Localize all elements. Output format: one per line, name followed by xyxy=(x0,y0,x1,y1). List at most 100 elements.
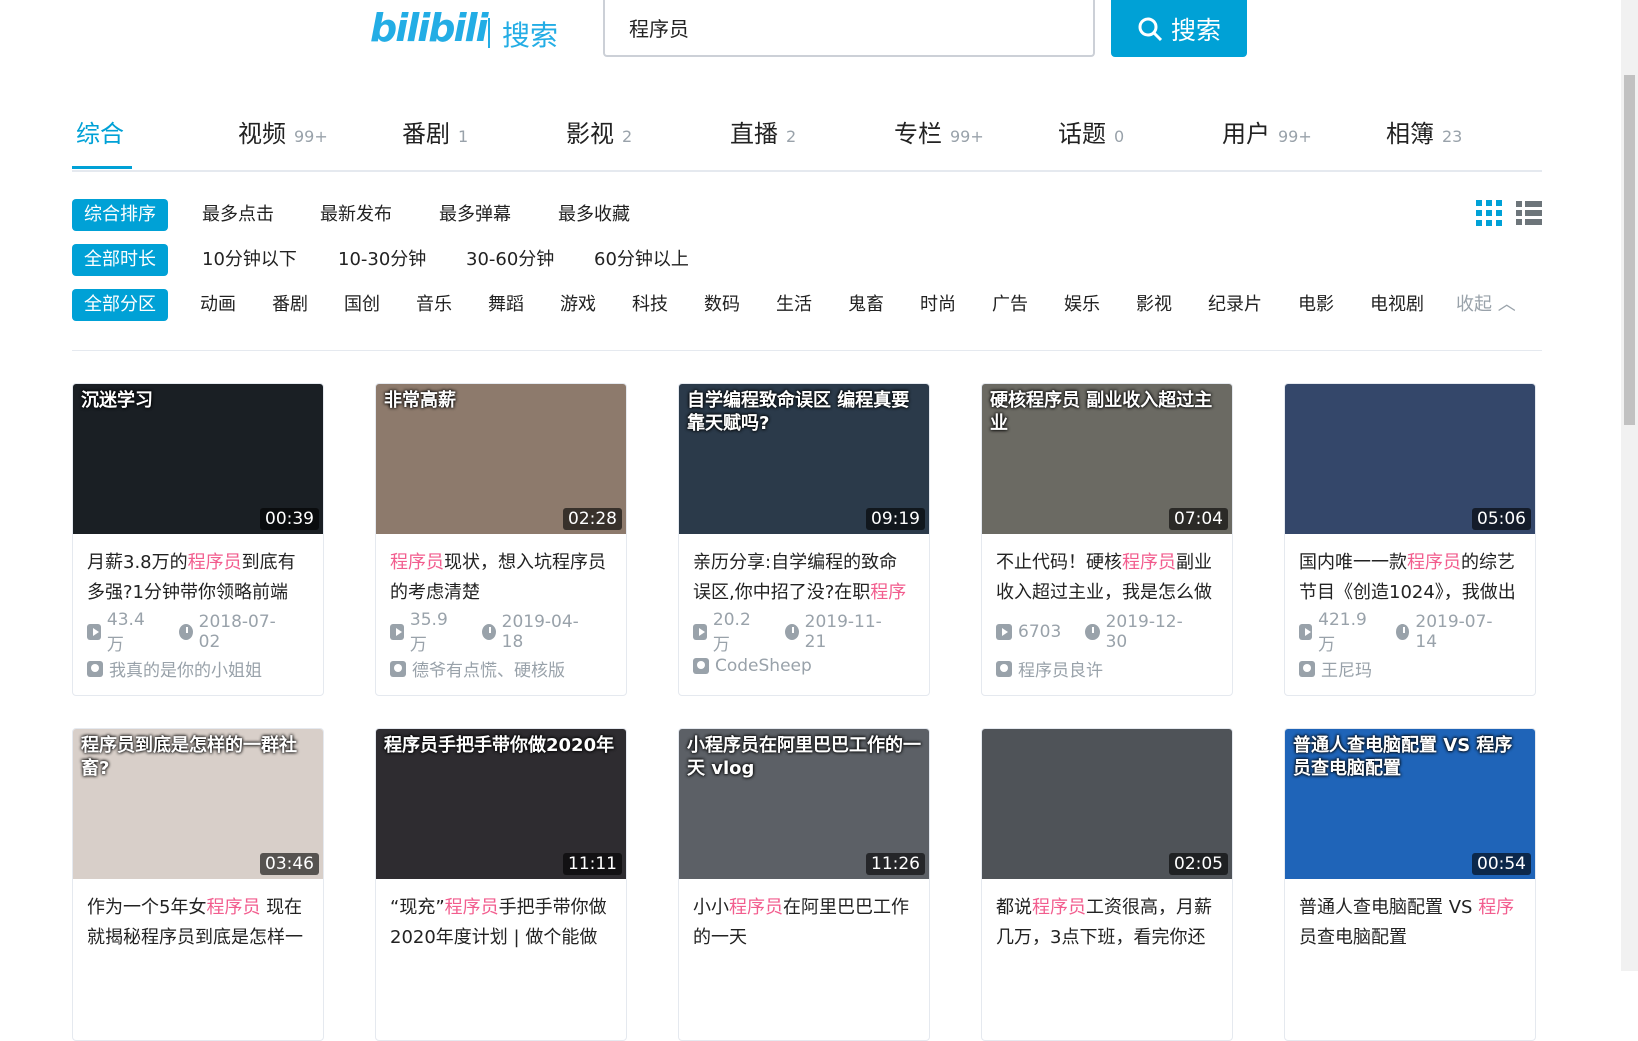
video-card[interactable]: 自学编程致命误区 编程真要靠天赋吗? 09:19 亲历分享:自学编程的致命误区,你中… xyxy=(678,383,930,696)
tab-article[interactable]: 专栏 99+ xyxy=(894,114,984,149)
zone-item[interactable]: 广告 xyxy=(992,289,1028,321)
zone-item[interactable]: 生活 xyxy=(776,289,812,321)
tab-live[interactable]: 直播 2 xyxy=(730,114,796,149)
video-thumbnail[interactable]: 05:06 xyxy=(1285,384,1535,534)
order-default[interactable]: 综合排序 xyxy=(72,199,168,231)
video-title[interactable]: 作为一个5年女程序员 现在就揭秘程序员到底是怎样一 xyxy=(73,879,323,953)
video-card[interactable]: 程序员到底是怎样的一群社畜? 03:46 作为一个5年女程序员 现在就揭秘程序员到底… xyxy=(72,728,324,1041)
video-title[interactable]: 程序员现状，想入坑程序员的考虑清楚 xyxy=(376,534,626,608)
zone-all[interactable]: 全部分区 xyxy=(72,289,168,321)
thumbnail-caption: 非常高薪 xyxy=(384,390,456,411)
thumbnail-caption: 程序员手把手带你做2020年 xyxy=(384,735,615,756)
play-count-icon xyxy=(996,624,1012,640)
zone-item[interactable]: 数码 xyxy=(704,289,740,321)
duration-badge: 11:11 xyxy=(563,853,622,875)
tab-movie[interactable]: 影视 2 xyxy=(566,114,632,149)
zone-item[interactable]: 科技 xyxy=(632,289,668,321)
zone-item[interactable]: 游戏 xyxy=(560,289,596,321)
video-title[interactable]: “现充”程序员手把手带你做2020年度计划 | 做个能做到 xyxy=(376,879,626,953)
tab-all[interactable]: 综合 xyxy=(76,114,124,149)
title-highlight: 程序员 xyxy=(187,552,242,573)
video-card[interactable]: 程序员手把手带你做2020年 11:11 “现充”程序员手把手带你做2020年度计划… xyxy=(375,728,627,1041)
user-icon xyxy=(1299,660,1315,677)
video-thumbnail[interactable]: 程序员到底是怎样的一群社畜? 03:46 xyxy=(73,729,323,879)
duration-badge: 03:46 xyxy=(260,853,319,875)
zone-item[interactable]: 娱乐 xyxy=(1064,289,1100,321)
order-clicks[interactable]: 最多点击 xyxy=(202,199,274,231)
play-count-icon xyxy=(1299,624,1313,640)
zone-item[interactable]: 电视剧 xyxy=(1370,289,1424,321)
zone-item[interactable]: 舞蹈 xyxy=(488,289,524,321)
video-card[interactable]: 沉迷学习 00:39 月薪3.8万的程序员到底有多强?1分钟带你领略前端 43.4万 2… xyxy=(72,383,324,696)
video-thumbnail[interactable]: 沉迷学习 00:39 xyxy=(73,384,323,534)
video-card[interactable]: 非常高薪 02:28 程序员现状，想入坑程序员的考虑清楚 35.9万 2019-04-1… xyxy=(375,383,627,696)
zone-item[interactable]: 动画 xyxy=(200,289,236,321)
title-text: 员查电脑配置 xyxy=(1299,927,1407,948)
video-thumbnail[interactable]: 硬核程序员 副业收入超过主业 07:04 xyxy=(982,384,1232,534)
zone-item[interactable]: 时尚 xyxy=(920,289,956,321)
zone-item[interactable]: 音乐 xyxy=(416,289,452,321)
video-thumbnail[interactable]: 02:05 xyxy=(982,729,1232,879)
video-title[interactable]: 亲历分享:自学编程的致命误区,你中招了没?在职程序员 xyxy=(679,534,929,608)
video-card[interactable]: 05:06 国内唯一一款程序员的综艺节目《创造1024》，我做出 421.9万 201… xyxy=(1284,383,1536,696)
logo-search-label: 搜索 xyxy=(502,19,559,52)
video-title[interactable]: 小小程序员在阿里巴巴工作的一天 xyxy=(679,879,929,953)
play-count-icon xyxy=(87,624,101,640)
duration-all[interactable]: 全部时长 xyxy=(72,244,168,276)
duration-30-60[interactable]: 30-60分钟 xyxy=(466,244,554,276)
duration-10-30[interactable]: 10-30分钟 xyxy=(338,244,426,276)
logo-divider xyxy=(488,18,490,48)
order-danmaku[interactable]: 最多弹幕 xyxy=(439,199,511,231)
order-newest[interactable]: 最新发布 xyxy=(320,199,392,231)
search-button[interactable]: 搜索 xyxy=(1111,0,1247,57)
video-thumbnail[interactable]: 小程序员在阿里巴巴工作的一天 vlog 11:26 xyxy=(679,729,929,879)
search-input[interactable]: 程序员 xyxy=(603,0,1095,57)
duration-badge: 00:39 xyxy=(260,508,319,530)
collapse-button[interactable]: 收起 ︿ xyxy=(1456,289,1516,321)
video-title[interactable]: 不止代码！硬核程序员副业收入超过主业，我是怎么做 xyxy=(982,534,1232,608)
bilibili-logo[interactable]: bilibili xyxy=(370,6,489,50)
title-highlight: 程序 xyxy=(1478,897,1515,918)
title-text: 小小 xyxy=(693,897,729,918)
zone-item[interactable]: 影视 xyxy=(1136,289,1172,321)
title-text: 普通人查电脑配置 VS xyxy=(1299,897,1479,918)
video-card[interactable]: 普通人查电脑配置 VS 程序员查电脑配置 00:54 普通人查电脑配置 VS 程序员… xyxy=(1284,728,1536,1041)
duration-badge: 02:28 xyxy=(563,508,622,530)
video-thumbnail[interactable]: 非常高薪 02:28 xyxy=(376,384,626,534)
duration-over-60[interactable]: 60分钟以上 xyxy=(594,244,689,276)
video-thumbnail[interactable]: 程序员手把手带你做2020年 11:11 xyxy=(376,729,626,879)
video-card[interactable]: 小程序员在阿里巴巴工作的一天 vlog 11:26 小小程序员在阿里巴巴工作的一天 xyxy=(678,728,930,1041)
thumbnail-caption: 沉迷学习 xyxy=(81,390,153,411)
tab-video[interactable]: 视频 99+ xyxy=(238,114,328,149)
video-title[interactable]: 普通人查电脑配置 VS 程序员查电脑配置 xyxy=(1285,879,1535,953)
duration-under-10[interactable]: 10分钟以下 xyxy=(202,244,297,276)
zone-item[interactable]: 国创 xyxy=(344,289,380,321)
video-thumbnail[interactable]: 自学编程致命误区 编程真要靠天赋吗? 09:19 xyxy=(679,384,929,534)
search-icon xyxy=(1138,17,1163,41)
zone-item[interactable]: 番剧 xyxy=(272,289,308,321)
filter-divider xyxy=(72,350,1542,351)
order-favorites[interactable]: 最多收藏 xyxy=(558,199,630,231)
thumbnail-caption: 硬核程序员 副业收入超过主业 xyxy=(990,390,1213,434)
video-card[interactable]: 硬核程序员 副业收入超过主业 07:04 不止代码！硬核程序员副业收入超过主业，我是… xyxy=(981,383,1233,696)
search-button-label: 搜索 xyxy=(1170,15,1221,45)
video-title[interactable]: 国内唯一一款程序员的综艺节目《创造1024》，我做出 xyxy=(1285,534,1535,608)
clock-icon xyxy=(784,624,799,640)
tab-user[interactable]: 用户 99+ xyxy=(1222,114,1312,149)
title-highlight: 程序员 xyxy=(729,897,783,918)
title-highlight: 程序员 xyxy=(206,897,261,918)
video-meta: 6703 2019-12-30 xyxy=(982,608,1232,652)
zone-item[interactable]: 电影 xyxy=(1298,289,1334,321)
scrollbar-thumb[interactable] xyxy=(1624,75,1635,425)
video-title[interactable]: 都说程序员工资很高，月薪几万，3点下班，看完你还 xyxy=(982,879,1232,953)
video-card[interactable]: 02:05 都说程序员工资很高，月薪几万，3点下班，看完你还 xyxy=(981,728,1233,1041)
tab-album[interactable]: 相簿 23 xyxy=(1386,114,1462,149)
tab-bangumi[interactable]: 番剧 1 xyxy=(402,114,468,149)
zone-item[interactable]: 纪录片 xyxy=(1208,289,1262,321)
duration-badge: 07:04 xyxy=(1169,508,1228,530)
video-thumbnail[interactable]: 普通人查电脑配置 VS 程序员查电脑配置 00:54 xyxy=(1285,729,1535,879)
video-title[interactable]: 月薪3.8万的程序员到底有多强?1分钟带你领略前端 xyxy=(73,534,323,608)
zone-item[interactable]: 鬼畜 xyxy=(848,289,884,321)
tab-topic[interactable]: 话题 0 xyxy=(1058,114,1124,149)
user-icon xyxy=(390,660,406,677)
